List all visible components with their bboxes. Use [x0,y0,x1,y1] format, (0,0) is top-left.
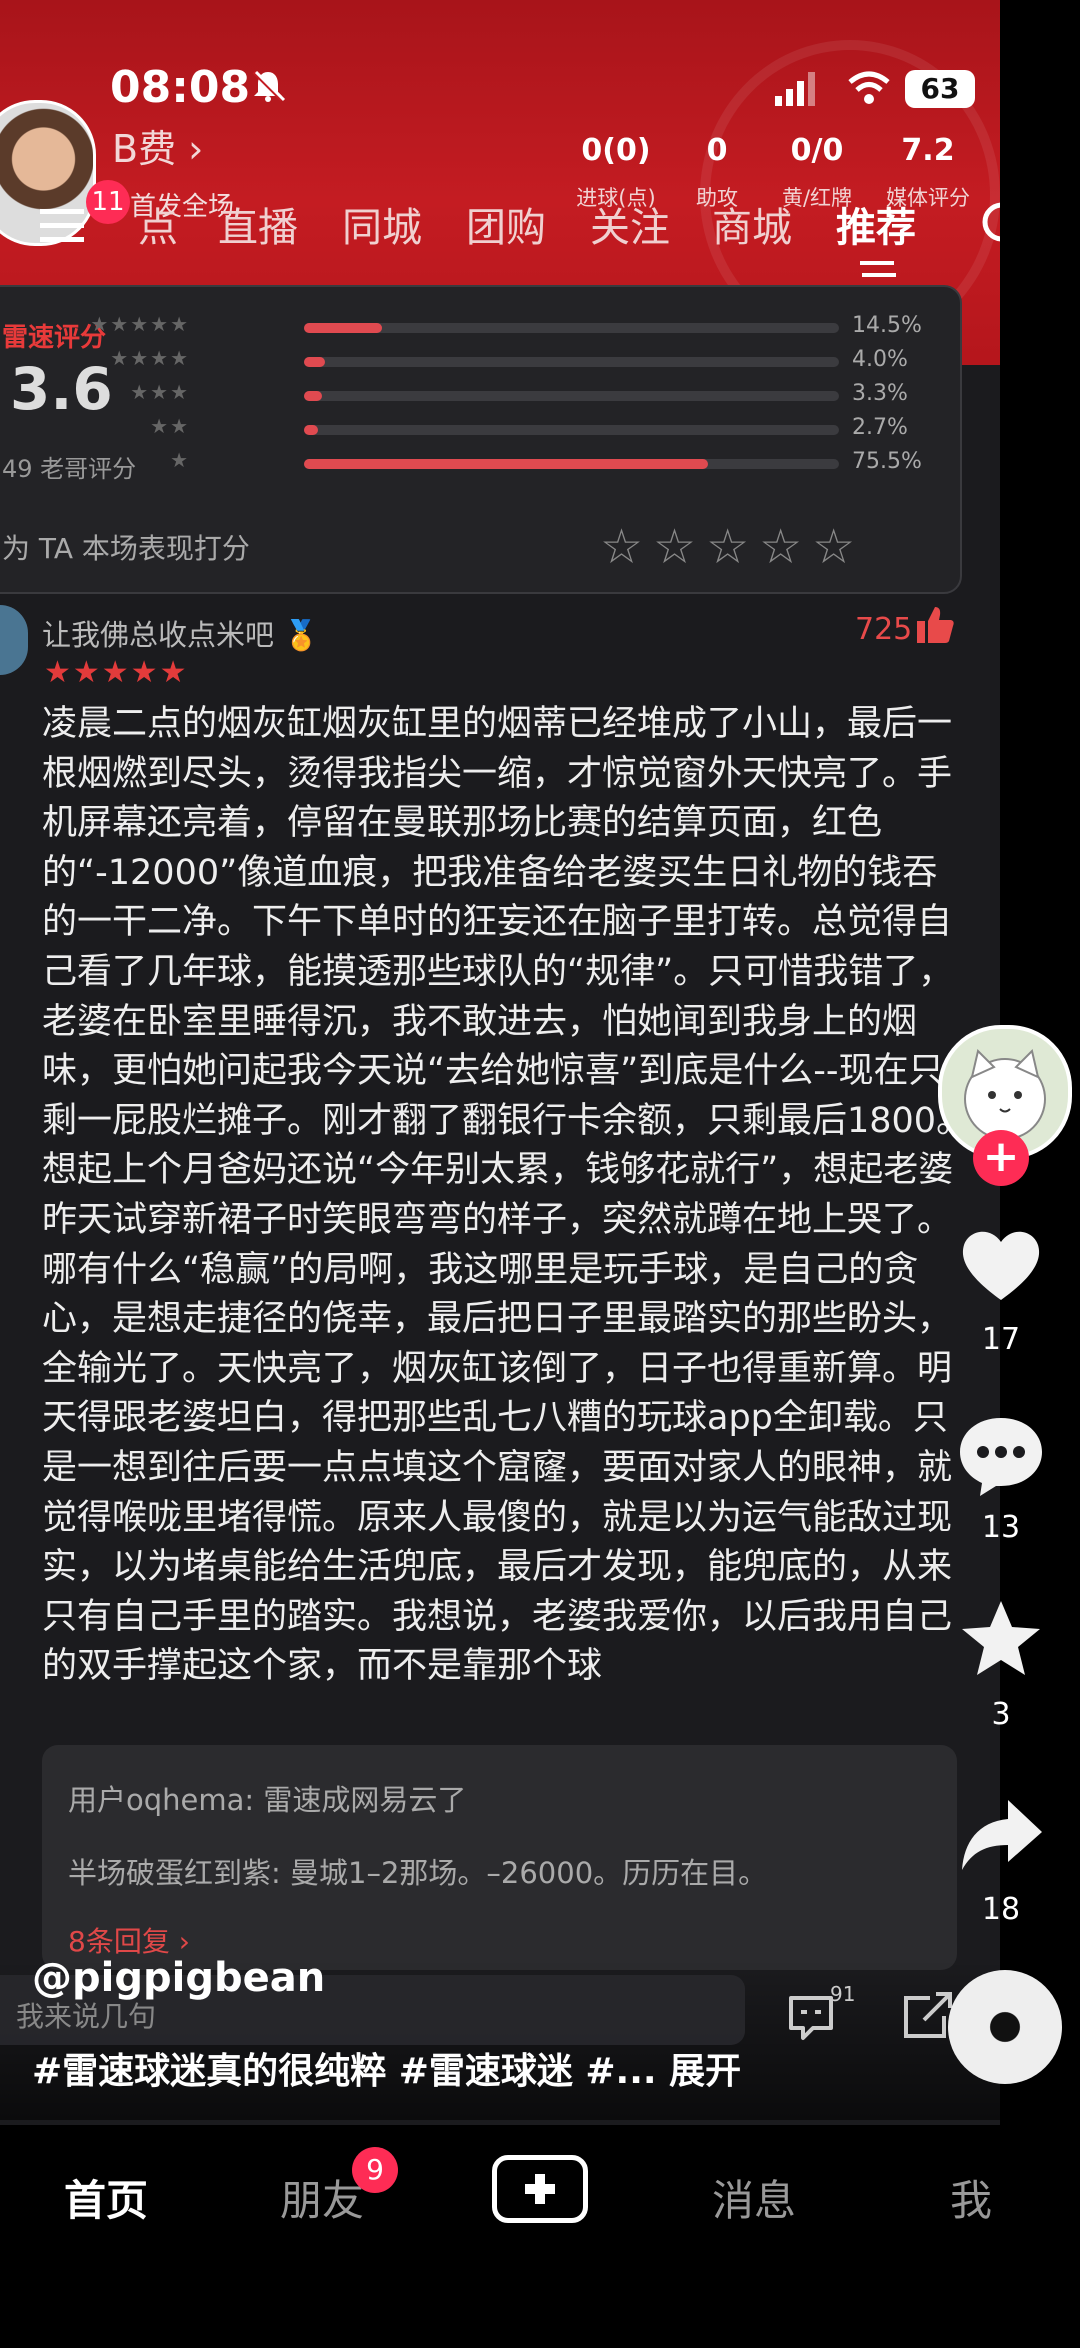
bar-track [304,357,839,367]
bar-track [304,425,839,435]
bar-track [304,459,839,469]
reply-preview[interactable]: 用户oqhema: 雷速成网易云了 半场破蛋红到紫: 曼城1–2那场。–2600… [42,1745,957,1970]
share-external-icon[interactable] [900,1992,954,2042]
plus-icon [525,2174,555,2204]
rating-bar-4: ★★★★ 4.0% [0,346,942,372]
bar-percent: 2.7% [852,415,908,440]
tab-nearby[interactable]: 点 [138,195,178,253]
sort-icon[interactable] [858,255,898,283]
comment-body: 凌晨二点的烟灰缸烟灰缸里的烟蒂已经堆成了小山，最后一根烟燃到尽头，烫得我指尖一缩… [42,704,972,1687]
stat-value: 0(0) [581,133,651,168]
comment-like-count: 725 [855,612,913,647]
stat-value: 0/0 [790,133,844,168]
reply-item: 半场破蛋红到紫: 曼城1–2那场。–26000。历历在目。 [68,1856,768,1890]
tab-live[interactable]: 直播 [218,195,298,253]
screen: 08:08 63 B费 › 11 首发全场 0(0) 进球(点) 0 助攻 0/… [0,0,1000,2348]
comment-icon[interactable] [956,1410,1046,1500]
comment-count: 13 [981,1510,1021,1545]
tab-me[interactable]: 我 [950,2167,992,2228]
thumbs-up-icon[interactable] [915,605,955,645]
commenter-username[interactable]: 让我佛总收点米吧 🏅 [42,612,319,654]
rate-stars-input[interactable]: ☆☆☆☆☆ [600,519,865,575]
rating-bar-3: ★★★ 3.3% [0,380,942,406]
tab-mall[interactable]: 商城 [712,195,792,253]
bar-track [304,391,839,401]
tab-home[interactable]: 首页 [64,2167,148,2228]
bar-stars: ★★★★ [110,346,190,370]
player-name: B费 [112,127,177,171]
tab-friends[interactable]: 朋友 [280,2167,364,2228]
bell-off-icon [252,70,286,102]
tab-recommend[interactable]: 推荐 [836,195,916,253]
tab-following[interactable]: 关注 [590,195,670,253]
bar-fill [304,425,319,435]
music-disc-icon[interactable] [948,1970,1062,2084]
more-replies-link[interactable]: 8条回复 › [68,1920,190,1960]
bar-stars: ★ [170,448,190,472]
bar-percent: 75.5% [852,449,922,474]
signal-icon [775,72,815,106]
stat-value: 0 [706,133,728,168]
create-button[interactable] [492,2155,588,2223]
commenter-avatar[interactable] [0,605,28,675]
bar-track [304,323,839,333]
top-nav: 点 直播 同城 团购 关注 商城 推荐 [0,195,960,255]
hashtags[interactable]: #雷速球迷真的很纯粹 #雷速球迷 #... 展开 [32,2042,741,2094]
rate-prompt: 为 TA 本场表现打分 [2,532,250,565]
like-count: 17 [981,1322,1021,1357]
comment-input-placeholder: 我来说几句 [16,2000,157,2033]
search-icon[interactable] [978,198,1000,254]
follow-plus-button[interactable]: + [973,1130,1029,1186]
chevron-right-icon: › [188,127,204,171]
share-count: 18 [981,1892,1021,1927]
bar-stars: ★★★★★ [90,312,190,336]
emoji-count: 91 [830,1982,856,2006]
stat-value: 7.2 [901,133,955,168]
reply-item: 用户oqhema: 雷速成网易云了 [68,1783,467,1817]
comment-stars: ★★★★★ [44,655,189,690]
bar-percent: 14.5% [852,313,922,338]
bar-percent: 4.0% [852,347,908,372]
share-arrow-icon[interactable] [956,1790,1046,1880]
bar-stars: ★★ [150,414,190,438]
heart-icon[interactable] [956,1220,1046,1310]
favorite-count: 3 [991,1697,1011,1732]
tab-same-city[interactable]: 同城 [342,195,422,253]
rating-bar-5: ★★★★★ 14.5% [0,312,942,338]
friends-badge: 9 [352,2147,398,2193]
rating-card: 雷速评分 3.6 49 老哥评分 为 TA 本场表现打分 ★★★★★ 14.5%… [0,285,962,594]
bar-fill [304,323,382,333]
bar-fill [304,391,322,401]
author-handle[interactable]: @pigpigbean [32,1955,325,2001]
tab-group-buy[interactable]: 团购 [466,195,546,253]
rating-bar-2: ★★ 2.7% [0,414,942,440]
battery-indicator: 63 [905,70,975,108]
rating-bar-1: ★ 75.5% [0,448,942,474]
tab-messages[interactable]: 消息 [712,2167,796,2228]
bar-fill [304,357,326,367]
bar-percent: 3.3% [852,381,908,406]
player-name-link[interactable]: B费 › [112,118,203,173]
status-time: 08:08 [110,62,251,113]
bottom-tab-bar: 首页 朋友 9 消息 我 [0,2125,1080,2348]
wifi-icon [848,71,890,104]
bar-fill [304,459,708,469]
star-favorite-icon[interactable] [956,1595,1046,1685]
bar-stars: ★★★ [130,380,190,404]
